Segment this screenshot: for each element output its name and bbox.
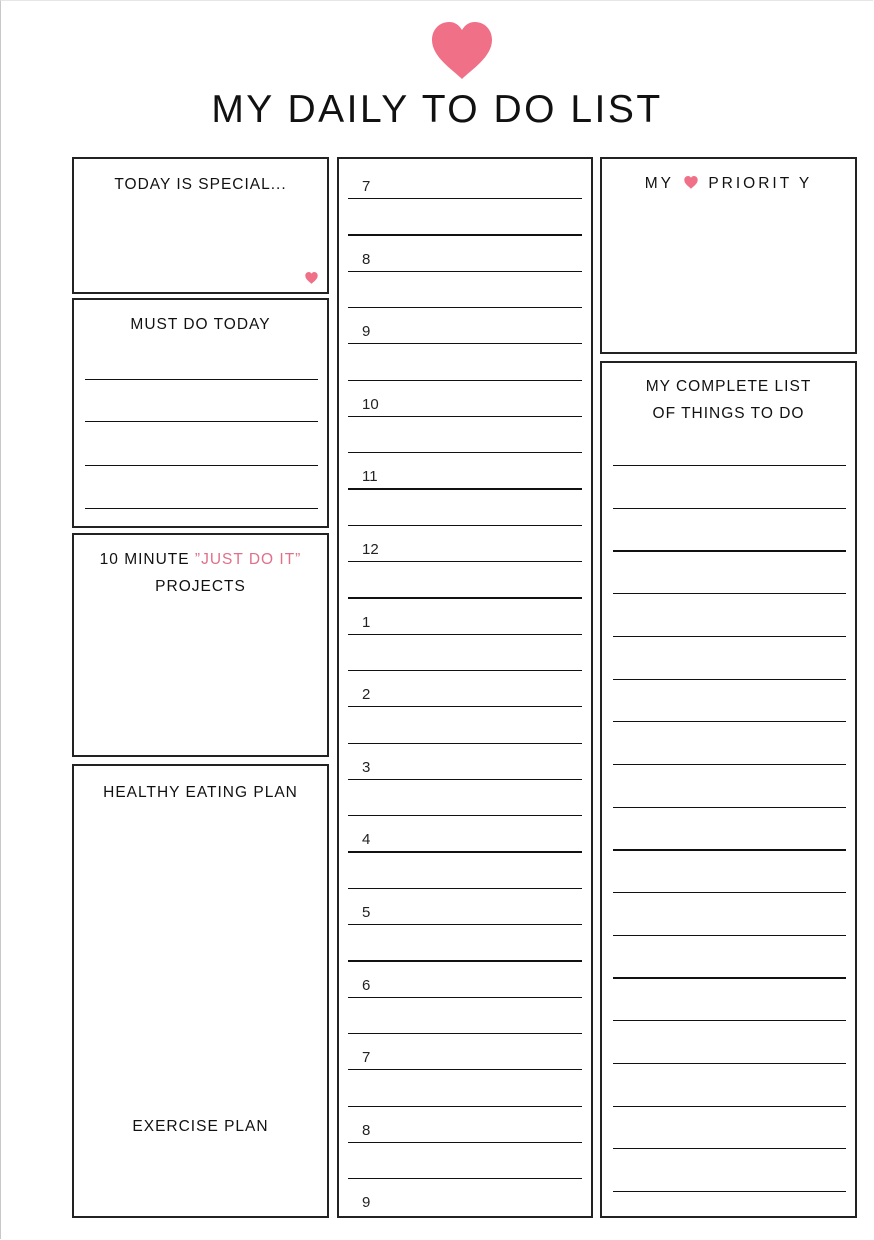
half-hour-line[interactable] <box>348 524 582 526</box>
must-do-line[interactable] <box>85 421 318 423</box>
hour-line[interactable] <box>348 561 582 563</box>
todo-line[interactable] <box>613 1190 846 1193</box>
half-hour-line[interactable] <box>348 742 582 744</box>
todo-line[interactable] <box>613 763 846 766</box>
hour-line[interactable] <box>348 1141 582 1144</box>
hour-line[interactable] <box>348 778 582 781</box>
hour-label: 6 <box>362 976 371 994</box>
priority-title-before: MY <box>644 175 674 192</box>
hour-line[interactable] <box>348 1069 582 1071</box>
hour-label: 4 <box>362 831 371 849</box>
half-hour-line[interactable] <box>348 669 582 672</box>
hour-line[interactable] <box>348 706 582 708</box>
just-do-it-highlight: ”JUST DO IT” <box>194 551 302 568</box>
priority-title: MY PRIORIT Y <box>602 170 855 197</box>
hour-label: 9 <box>362 1194 371 1212</box>
half-hour-line[interactable] <box>348 1032 582 1035</box>
hour-label: 12 <box>362 541 379 558</box>
todo-line[interactable] <box>613 721 846 723</box>
today-special-title: TODAY IS SPECIAL... <box>114 176 287 193</box>
hour-label: 7 <box>362 1049 371 1067</box>
hour-label: 2 <box>362 686 371 704</box>
todo-line[interactable] <box>613 635 846 638</box>
todo-line[interactable] <box>613 892 846 894</box>
todo-line[interactable] <box>613 507 846 509</box>
page-title: MY DAILY TO DO LIST <box>211 88 663 131</box>
half-hour-line[interactable] <box>348 887 582 889</box>
hour-line[interactable] <box>348 488 582 490</box>
todo-line[interactable] <box>613 550 846 552</box>
must-do-line[interactable] <box>85 465 318 467</box>
hour-label: 8 <box>362 1121 371 1139</box>
hour-label: 8 <box>362 250 371 268</box>
todo-line[interactable] <box>613 977 846 979</box>
half-hour-line[interactable] <box>348 379 582 381</box>
just-do-it-prefix: 10 MINUTE <box>99 551 195 568</box>
hour-line[interactable] <box>348 415 582 418</box>
todo-line[interactable] <box>613 593 846 595</box>
must-do-title: MUST DO TODAY <box>130 316 271 333</box>
hour-line[interactable] <box>348 633 582 635</box>
hour-line[interactable] <box>348 851 582 853</box>
priority-title-after: PRIORIT Y <box>708 175 813 192</box>
just-do-it-title: 10 MINUTE ”JUST DO IT” PROJECTS <box>74 546 327 600</box>
must-do-line[interactable] <box>85 508 318 510</box>
hour-line[interactable] <box>348 924 582 926</box>
todo-line[interactable] <box>613 1148 846 1150</box>
heart-icon <box>305 272 318 284</box>
hour-label: 11 <box>362 468 378 486</box>
schedule-box: 7 8 9 10 11 12 1 2 3 4 5 6 7 8 9 <box>337 157 593 1218</box>
heart-icon <box>432 22 492 79</box>
hour-label: 5 <box>362 904 371 921</box>
todo-line[interactable] <box>613 465 846 467</box>
half-hour-line[interactable] <box>348 234 582 236</box>
half-hour-line[interactable] <box>348 306 582 309</box>
hour-label: 9 <box>362 323 371 341</box>
todo-line[interactable] <box>613 806 846 808</box>
hour-line[interactable] <box>348 270 582 272</box>
hour-line[interactable] <box>348 198 582 200</box>
half-hour-line[interactable] <box>348 960 582 962</box>
just-do-it-suffix: PROJECTS <box>155 578 246 595</box>
hour-label: 7 <box>362 178 371 195</box>
heart-icon <box>684 176 698 189</box>
todo-line[interactable] <box>613 849 846 851</box>
half-hour-line[interactable] <box>348 815 582 817</box>
half-hour-line[interactable] <box>348 1178 582 1180</box>
must-do-line[interactable] <box>85 379 318 381</box>
todo-line[interactable] <box>613 934 846 936</box>
todo-line[interactable] <box>613 1020 846 1022</box>
todo-line[interactable] <box>613 678 846 680</box>
hour-line[interactable] <box>348 343 582 345</box>
half-hour-line[interactable] <box>348 452 582 454</box>
hour-label: 3 <box>362 758 371 776</box>
priority-box: MY PRIORIT Y <box>600 157 857 354</box>
hour-line[interactable] <box>348 996 582 998</box>
half-hour-line[interactable] <box>348 1105 582 1107</box>
hour-label: 1 <box>362 613 371 631</box>
todo-line[interactable] <box>613 1105 846 1107</box>
complete-list-title-line1: MY COMPLETE LIST <box>645 378 812 395</box>
healthy-eating-box: HEALTHY EATING PLAN EXERCISE PLAN <box>72 764 329 1218</box>
todo-line[interactable] <box>613 1062 846 1065</box>
complete-list-title-line2: OF THINGS TO DO <box>652 405 805 422</box>
complete-list-box: MY COMPLETE LIST OF THINGS TO DO <box>600 361 857 1218</box>
complete-list-title: MY COMPLETE LIST OF THINGS TO DO <box>602 373 855 427</box>
exercise-plan-title: EXERCISE PLAN <box>132 1118 269 1135</box>
hour-label: 10 <box>362 395 379 413</box>
must-do-box: MUST DO TODAY <box>72 298 329 528</box>
healthy-eating-title: HEALTHY EATING PLAN <box>103 784 298 801</box>
just-do-it-box: 10 MINUTE ”JUST DO IT” PROJECTS <box>72 533 329 757</box>
half-hour-line[interactable] <box>348 597 582 599</box>
today-special-box: TODAY IS SPECIAL... <box>72 157 329 294</box>
